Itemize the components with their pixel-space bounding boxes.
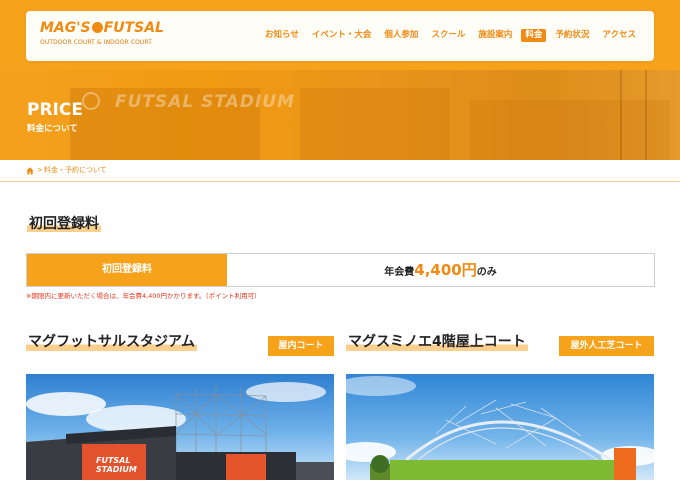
page-subtitle: 料金について [27,124,78,134]
rooftop-court-illustration [346,376,654,480]
registration-fee-value: 年会費4,400円のみ [227,254,654,286]
home-icon[interactable] [26,167,34,175]
nav-reservation[interactable]: 予約状況 [551,29,593,42]
breadcrumb-separator: > [37,166,43,174]
stadium-sign: FUTSAL STADIUM [96,456,137,474]
registration-fee-label: 初回登録料 [27,254,227,286]
logo-tagline: OUTDOOR COURT & INDOOR COURT [40,39,153,46]
hero-photo-pylon [620,70,622,160]
nav-facilities[interactable]: 施設案内 [474,29,516,42]
venue-photo-suminoe[interactable] [346,374,654,480]
stadium-illustration [26,382,334,480]
nav-access[interactable]: アクセス [598,29,640,42]
hero-photo-ball-icon [82,92,100,110]
venue-title-suminoe: マグスミノエ4階屋上コート [346,334,528,351]
page: FUTSAL STADIUM MAG'S FUTSAL OUTDOOR COURT… [0,0,680,480]
nav-school[interactable]: スクール [427,29,469,42]
registration-note: ※期限内に更新いただく場合は、年会費4,400円かかります。（ポイント利用可） [26,292,261,300]
venue-photo-stadium[interactable]: FUTSAL STADIUM [26,374,334,480]
fee-amount: 4,400円 [414,261,477,279]
hero-photo-sign: FUTSAL STADIUM [115,92,295,112]
venue-tag-outdoor: 屋外人工芝コート [559,336,654,356]
venue-title-stadium: マグフットサルスタジアム [26,334,198,351]
logo-wordmark: MAG'S FUTSAL [40,21,164,36]
hero-photo-building [300,88,450,160]
fee-prefix: 年会費 [384,267,415,278]
breadcrumb-current: 料金・予約について [44,166,107,174]
nav-news[interactable]: お知らせ [261,29,303,42]
hero-photo: FUTSAL STADIUM [0,70,680,160]
hero-banner: FUTSAL STADIUM MAG'S FUTSAL OUTDOOR COURT… [0,0,680,160]
fee-suffix: のみ [476,267,497,278]
site-logo[interactable]: MAG'S FUTSAL OUTDOOR COURT & INDOOR COURT [32,17,164,55]
venue-tag-indoor: 屋内コート [268,336,334,356]
hero-photo-pylon [645,70,647,160]
main-nav: お知らせ イベント・大会 個人参加 スクール 施設案内 料金 予約状況 アクセス [256,29,640,42]
nav-events[interactable]: イベント・大会 [308,29,376,42]
registration-heading: 初回登録料 [27,216,101,232]
page-title: PRICE [27,100,83,120]
nav-individual[interactable]: 個人参加 [380,29,422,42]
soccer-ball-icon [91,22,103,33]
nav-price[interactable]: 料金 [521,29,547,42]
logo-word-right: FUTSAL [103,20,164,36]
hero-photo-building [470,100,670,160]
breadcrumb: > 料金・予約について [0,160,680,182]
registration-fee-table: 初回登録料 年会費4,400円のみ [26,253,655,287]
logo-word-left: MAG'S [40,20,91,36]
site-header: MAG'S FUTSAL OUTDOOR COURT & INDOOR COURT… [26,11,654,61]
